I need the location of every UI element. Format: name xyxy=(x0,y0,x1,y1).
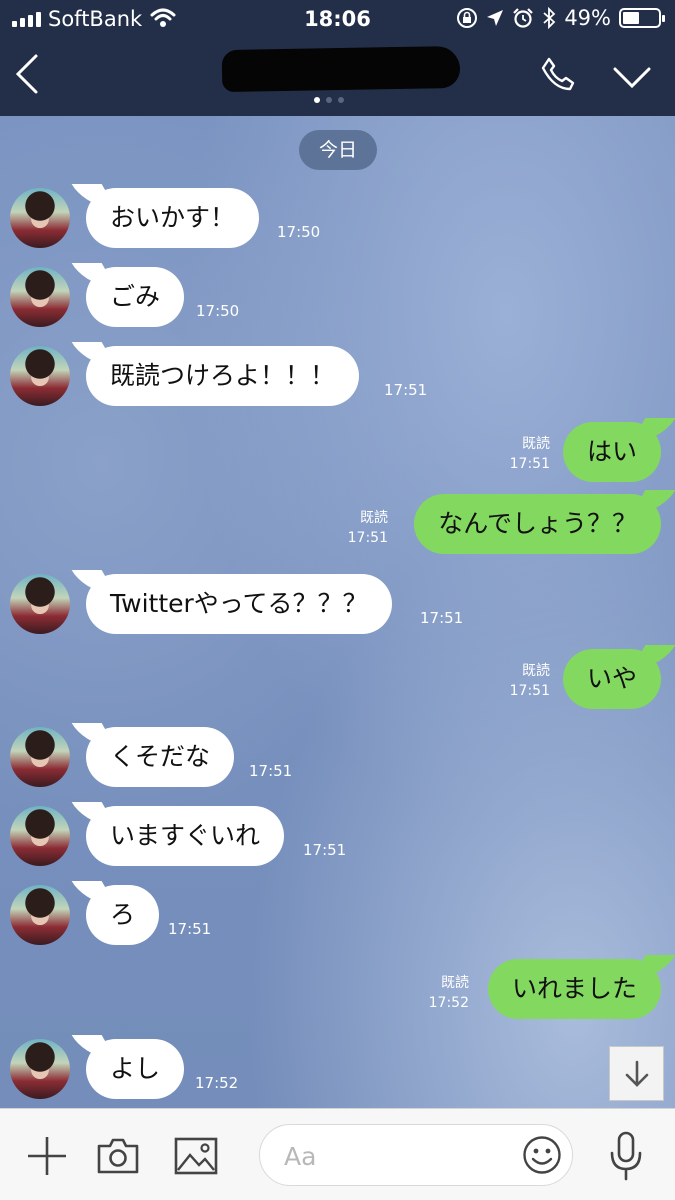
message-time: 17:51 xyxy=(347,530,388,546)
message-time: 17:51 xyxy=(303,841,347,859)
message-bubble[interactable]: ごみ xyxy=(86,267,185,327)
message-bubble[interactable]: いれました xyxy=(487,959,661,1019)
avatar[interactable] xyxy=(10,267,70,327)
message-bubble[interactable]: いますぐいれ xyxy=(86,806,285,866)
date-divider: 今日 xyxy=(299,130,377,170)
chevron-down-icon[interactable] xyxy=(612,66,652,90)
battery-icon xyxy=(619,8,665,28)
microphone-icon[interactable] xyxy=(608,1131,644,1181)
message-time: 17:52 xyxy=(195,1074,239,1092)
image-icon[interactable] xyxy=(174,1137,218,1175)
message-bubble[interactable]: よし xyxy=(86,1039,185,1099)
avatar[interactable] xyxy=(10,727,70,787)
avatar[interactable] xyxy=(10,1039,70,1099)
message-time: 17:52 xyxy=(428,995,469,1011)
message-bubble[interactable]: Twitterやってる？？？ xyxy=(86,574,392,634)
message-meta: 既読 17:51 xyxy=(348,508,388,548)
top-bar: SoftBank 18:06 49% xyxy=(0,0,675,116)
message-time: 17:51 xyxy=(168,920,212,938)
message-input-container[interactable] xyxy=(259,1124,573,1186)
read-receipt: 既読 xyxy=(441,975,469,991)
message-bubble[interactable]: なんでしょう？？ xyxy=(414,494,661,554)
bluetooth-icon xyxy=(543,7,556,29)
battery-percent: 49% xyxy=(564,6,611,30)
page-indicator xyxy=(314,97,344,103)
avatar[interactable] xyxy=(10,885,70,945)
message-bubble[interactable]: はい xyxy=(562,422,661,482)
scroll-to-bottom-button[interactable] xyxy=(609,1046,664,1101)
message-time: 17:50 xyxy=(277,223,321,241)
message-input[interactable] xyxy=(284,1137,504,1175)
input-bar xyxy=(0,1108,675,1200)
message-bubble[interactable]: 既読つけろよ！！！ xyxy=(86,346,360,406)
message-time: 17:50 xyxy=(196,302,240,320)
camera-icon[interactable] xyxy=(96,1137,140,1175)
message-meta: 既読 17:52 xyxy=(429,973,469,1013)
phone-icon[interactable] xyxy=(540,56,576,92)
avatar[interactable] xyxy=(10,806,70,866)
alarm-icon xyxy=(513,8,534,28)
avatar[interactable] xyxy=(10,346,70,406)
emoji-icon[interactable] xyxy=(522,1135,562,1175)
avatar[interactable] xyxy=(10,574,70,634)
message-time: 17:51 xyxy=(420,609,464,627)
message-bubble[interactable]: いや xyxy=(562,649,661,709)
message-time: 17:51 xyxy=(509,683,550,699)
rotation-lock-icon xyxy=(457,8,478,28)
read-receipt: 既読 xyxy=(522,663,550,679)
message-time: 17:51 xyxy=(384,381,428,399)
avatar[interactable] xyxy=(10,188,70,248)
chat-area[interactable]: 今日 おいかす！ 17:50 ごみ 17:50 既読つけろよ！！！ 17:51 … xyxy=(0,116,675,1108)
read-receipt: 既読 xyxy=(360,510,388,526)
status-bar: SoftBank 18:06 49% xyxy=(0,0,675,38)
message-meta: 既読 17:51 xyxy=(510,434,550,474)
message-meta: 既読 17:51 xyxy=(510,661,550,701)
plus-icon[interactable] xyxy=(26,1135,68,1177)
arrow-down-icon xyxy=(625,1060,648,1087)
message-bubble[interactable]: ろ xyxy=(86,885,160,945)
message-time: 17:51 xyxy=(249,762,293,780)
message-time: 17:51 xyxy=(509,456,550,472)
redacted-chat-title xyxy=(221,45,461,93)
message-bubble[interactable]: くそだな xyxy=(86,727,235,787)
location-icon xyxy=(487,10,504,26)
message-bubble[interactable]: おいかす！ xyxy=(86,188,260,248)
read-receipt: 既読 xyxy=(522,436,550,452)
back-icon[interactable] xyxy=(12,52,42,96)
